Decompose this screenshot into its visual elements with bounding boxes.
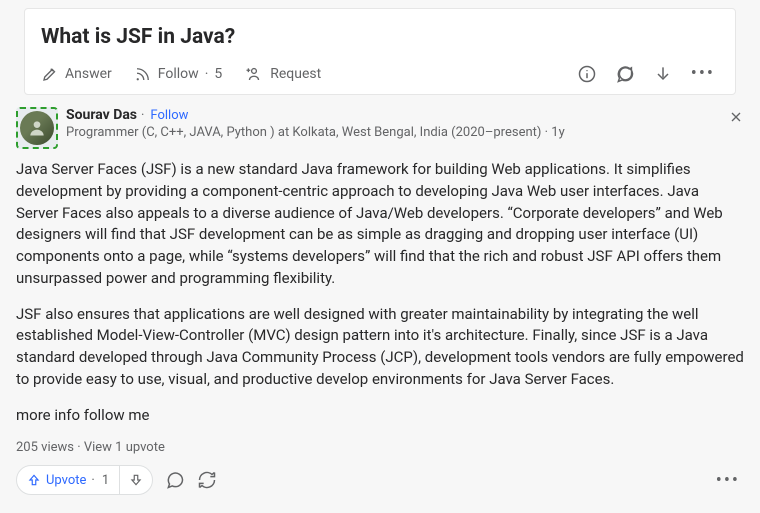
question-actions-left: Answer Follow · 5 Request xyxy=(41,65,321,83)
question-title: What is JSF in Java? xyxy=(41,25,719,49)
view-count: 205 views xyxy=(16,440,74,455)
answer-paragraph: Java Server Faces (JSF) is a new standar… xyxy=(16,159,744,290)
person-plus-icon xyxy=(244,65,264,83)
more-answer-button[interactable]: ••• xyxy=(716,470,744,491)
avatar-image xyxy=(20,111,54,145)
more-question-button[interactable]: ••• xyxy=(691,63,719,84)
follow-count: 5 xyxy=(214,66,222,82)
separator-dot: · xyxy=(91,473,94,488)
info-button[interactable] xyxy=(577,64,597,84)
rss-icon xyxy=(134,65,152,83)
down-arrow-icon xyxy=(653,64,673,84)
footer-left: Upvote · 1 xyxy=(16,465,217,495)
downvote-icon xyxy=(129,473,143,487)
follow-author-link[interactable]: Follow xyxy=(150,108,188,123)
author-info: Sourav Das · Follow Programmer (C, C++, JA… xyxy=(66,107,565,140)
author-avatar[interactable] xyxy=(16,107,58,149)
share-cycle-icon xyxy=(197,470,217,490)
follow-label: Follow xyxy=(158,66,199,82)
dismiss-answer-button[interactable] xyxy=(728,109,744,129)
separator-dot: · xyxy=(205,66,209,82)
answer-label: Answer xyxy=(65,66,112,82)
separator-dot: · xyxy=(141,108,144,123)
answer-footer: Upvote · 1 ••• xyxy=(16,465,744,495)
comment-icon xyxy=(165,470,185,490)
follow-question-button[interactable]: Follow · 5 xyxy=(134,65,222,83)
vote-pill: Upvote · 1 xyxy=(16,465,153,495)
share-answer-button[interactable] xyxy=(197,470,217,490)
answer-paragraph: more info follow me xyxy=(16,405,744,427)
comment-icon xyxy=(615,64,635,84)
answer-stats: 205 views · View 1 upvote xyxy=(16,440,744,455)
question-actions-bar: Answer Follow · 5 Request ••• xyxy=(41,63,719,84)
comment-answer-button[interactable] xyxy=(165,470,185,490)
comment-button[interactable] xyxy=(615,64,635,84)
compose-icon xyxy=(41,65,59,83)
answer-header: Sourav Das · Follow Programmer (C, C++, JA… xyxy=(16,107,744,149)
question-card: What is JSF in Java? Answer Follow · 5 R… xyxy=(24,8,736,95)
answer-paragraph: JSF also ensures that applications are w… xyxy=(16,304,744,391)
upvote-icon xyxy=(27,473,41,487)
author-credentials: Programmer (C, C++, JAVA, Python ) at Ko… xyxy=(66,125,541,140)
downvote-question-button[interactable] xyxy=(653,64,673,84)
request-label: Request xyxy=(270,66,321,82)
info-icon xyxy=(577,64,597,84)
answer-time[interactable]: 1y xyxy=(551,125,564,140)
request-button[interactable]: Request xyxy=(244,65,321,83)
close-icon xyxy=(728,109,744,125)
upvote-count: 1 xyxy=(102,473,109,488)
answer-card: Sourav Das · Follow Programmer (C, C++, JA… xyxy=(0,103,760,505)
upvote-views-link[interactable]: View 1 upvote xyxy=(84,440,165,455)
upvote-label: Upvote xyxy=(46,473,86,488)
answer-body: Java Server Faces (JSF) is a new standar… xyxy=(16,159,744,426)
answer-button[interactable]: Answer xyxy=(41,65,112,83)
author-name[interactable]: Sourav Das xyxy=(66,107,137,123)
downvote-button[interactable] xyxy=(119,466,152,494)
upvote-button[interactable]: Upvote · 1 xyxy=(17,466,119,494)
question-actions-right: ••• xyxy=(577,63,719,84)
separator-dot: · xyxy=(77,440,84,455)
